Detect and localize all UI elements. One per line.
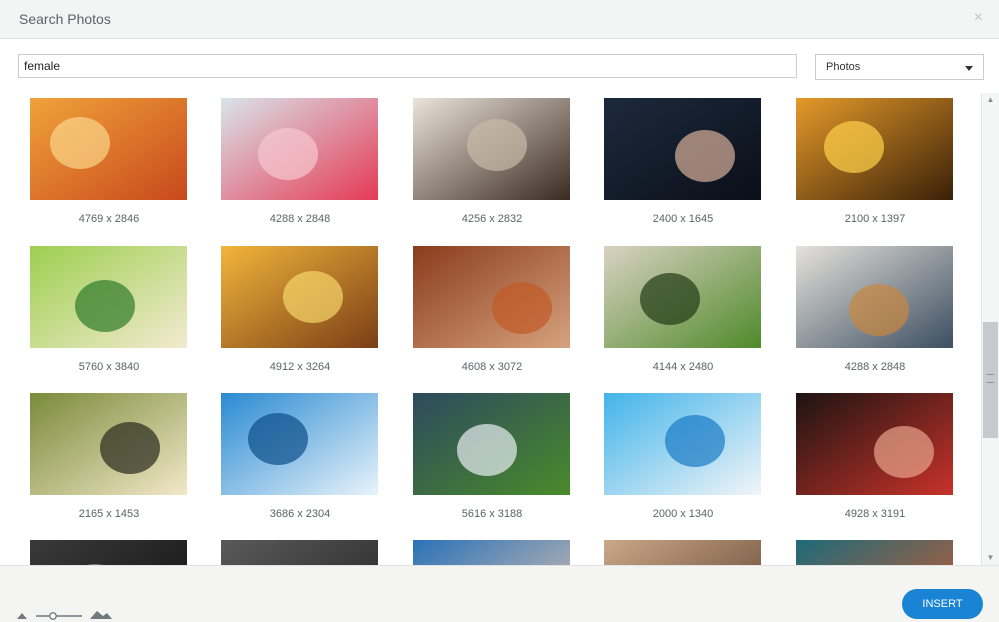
laptop-desk-thumbnail[interactable]: [796, 246, 953, 348]
small-mountain-icon: [17, 613, 27, 619]
partial-bw-2-thumbnail[interactable]: [221, 540, 378, 565]
media-type-select[interactable]: Photos: [815, 54, 984, 80]
girl-in-meadow-thumbnail[interactable]: [30, 246, 187, 348]
woman-blue-hat-beach-thumbnail[interactable]: [604, 393, 761, 495]
green-eye-thumbnail[interactable]: [604, 246, 761, 348]
woman-golden-field-thumbnail[interactable]: [221, 246, 378, 348]
partial-bokeh-thumbnail[interactable]: [413, 540, 570, 565]
photo-dimensions: 2165 x 1453: [78, 508, 140, 520]
photo-dimensions: 4144 x 2480: [652, 361, 714, 373]
photo-dimensions: 4912 x 3264: [269, 361, 331, 373]
scroll-up-icon[interactable]: ▲: [982, 93, 999, 107]
large-mountain-icon: [90, 611, 112, 619]
vertical-scrollbar[interactable]: ▲ ▼: [981, 93, 999, 565]
angel-woman-field-thumbnail[interactable]: [413, 393, 570, 495]
grip-icon: [987, 374, 994, 383]
search-photos-dialog: Search Photos × Photos 4769 x 2846 4288 x…: [0, 0, 999, 622]
photo-dimensions: 4928 x 3191: [844, 508, 906, 520]
chevron-down-icon: [965, 66, 973, 71]
blue-water-figure-thumbnail[interactable]: [221, 393, 378, 495]
thumbnail-size-slider[interactable]: [16, 607, 116, 621]
photo-dimensions: 5616 x 3188: [461, 508, 523, 520]
search-input[interactable]: [18, 54, 797, 78]
woman-autumn-leaves-thumbnail[interactable]: [413, 246, 570, 348]
slider-knob: [49, 612, 57, 620]
dialog-footer: INSERT: [0, 565, 999, 622]
close-icon[interactable]: ×: [974, 9, 983, 27]
photo-dimensions: 4288 x 2848: [269, 213, 331, 225]
photo-dimensions: 5760 x 3840: [78, 361, 140, 373]
photo-dimensions: 3686 x 2304: [269, 508, 331, 520]
photo-dimensions: 4256 x 2832: [461, 213, 523, 225]
woman-face-hand-thumbnail[interactable]: [796, 393, 953, 495]
scroll-down-icon[interactable]: ▼: [982, 551, 999, 565]
partial-shelf-thumbnail[interactable]: [604, 540, 761, 565]
partial-street-thumbnail[interactable]: [796, 540, 953, 565]
woman-lying-fur-thumbnail[interactable]: [413, 98, 570, 200]
scrollbar-thumb[interactable]: [983, 322, 998, 438]
partial-bw-thumbnail[interactable]: [30, 540, 187, 565]
media-type-selected: Photos: [826, 61, 861, 73]
insert-button[interactable]: INSERT: [902, 589, 983, 619]
photo-dimensions: 2100 x 1397: [844, 213, 906, 225]
woman-sunset-portrait-thumbnail[interactable]: [30, 98, 187, 200]
photo-dimensions: 2400 x 1645: [652, 213, 714, 225]
woman-running-sunset-thumbnail[interactable]: [796, 98, 953, 200]
photo-dimensions: 4769 x 2846: [78, 213, 140, 225]
dialog-header: Search Photos ×: [0, 0, 999, 39]
photo-dimensions: 4288 x 2848: [844, 361, 906, 373]
photo-grid: 4769 x 2846 4288 x 2848 4256 x 2832 2400 x …: [0, 90, 979, 565]
legs-sneakers-car-thumbnail[interactable]: [30, 393, 187, 495]
ballet-dancers-thumbnail[interactable]: [604, 98, 761, 200]
photo-dimensions: 4608 x 3072: [461, 361, 523, 373]
photo-dimensions: 2000 x 1340: [652, 508, 714, 520]
dialog-title: Search Photos: [19, 11, 111, 27]
red-hair-woman-thumbnail[interactable]: [221, 98, 378, 200]
